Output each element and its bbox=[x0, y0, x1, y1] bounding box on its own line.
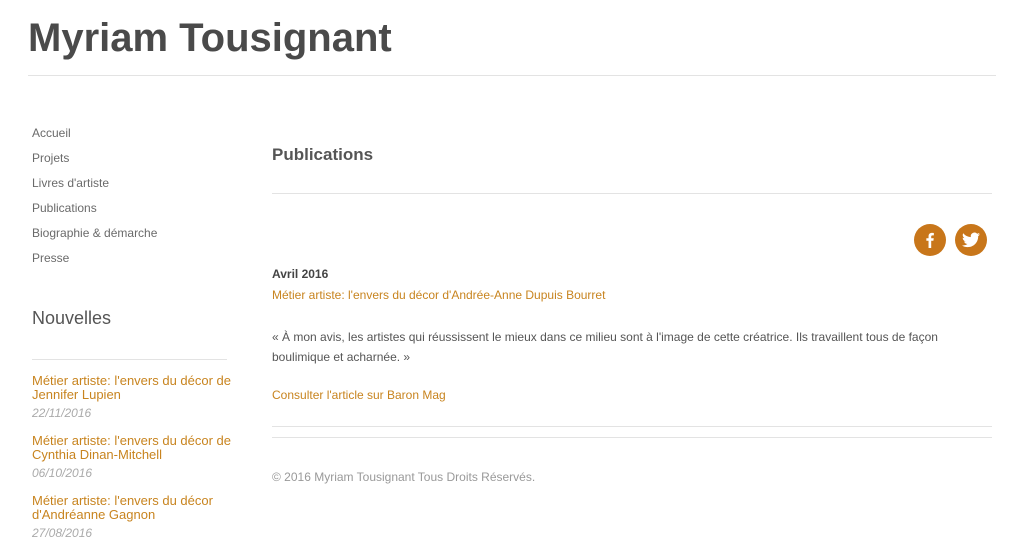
nav-link-accueil[interactable]: Accueil bbox=[32, 126, 71, 140]
publication-link[interactable]: Métier artiste: l'envers du décor d'Andr… bbox=[272, 288, 605, 302]
nav-link-publications[interactable]: Publications bbox=[32, 201, 97, 215]
facebook-share-button[interactable] bbox=[914, 224, 946, 256]
copyright-text: © 2016 Myriam Tousignant Tous Droits Rés… bbox=[272, 470, 536, 484]
social-share bbox=[914, 224, 987, 256]
news-item-link[interactable]: Métier artiste: l'envers du décor de Cyn… bbox=[32, 434, 232, 462]
title-divider bbox=[272, 193, 992, 194]
news-item-link[interactable]: Métier artiste: l'envers du décor de Jen… bbox=[32, 374, 232, 402]
nav-item-livres: Livres d'artiste bbox=[32, 174, 157, 199]
sidebar-nav: Accueil Projets Livres d'artiste Publica… bbox=[32, 124, 157, 274]
header-divider bbox=[28, 75, 996, 76]
news-item: Métier artiste: l'envers du décor d'Andr… bbox=[32, 494, 232, 538]
news-item-link[interactable]: Métier artiste: l'envers du décor d'Andr… bbox=[32, 494, 232, 522]
page: Myriam Tousignant Accueil Projets Livres… bbox=[0, 0, 1024, 538]
site-title[interactable]: Myriam Tousignant bbox=[28, 16, 392, 61]
news-item: Métier artiste: l'envers du décor de Jen… bbox=[32, 374, 232, 434]
twitter-share-button[interactable] bbox=[955, 224, 987, 256]
publication-date: Avril 2016 bbox=[272, 267, 329, 281]
nav-link-livres[interactable]: Livres d'artiste bbox=[32, 176, 109, 190]
page-title: Publications bbox=[272, 145, 374, 164]
consult-article-link[interactable]: Consulter l'article sur Baron Mag bbox=[272, 388, 446, 402]
facebook-icon bbox=[926, 232, 934, 248]
nav-item-accueil: Accueil bbox=[32, 124, 157, 149]
nav-item-publications: Publications bbox=[32, 199, 157, 224]
content-divider bbox=[272, 426, 992, 427]
footer-divider bbox=[272, 437, 992, 438]
news-list: Métier artiste: l'envers du décor de Jen… bbox=[32, 374, 232, 538]
twitter-icon bbox=[962, 232, 980, 248]
nav-item-projets: Projets bbox=[32, 149, 157, 174]
news-item-date: 22/11/2016 bbox=[32, 406, 92, 420]
news-divider bbox=[32, 359, 227, 360]
nav-item-biographie: Biographie & démarche bbox=[32, 224, 157, 249]
nav-link-projets[interactable]: Projets bbox=[32, 151, 69, 165]
nav-link-biographie[interactable]: Biographie & démarche bbox=[32, 226, 157, 240]
news-item-date: 27/08/2016 bbox=[32, 526, 93, 538]
publication-quote: « À mon avis, les artistes qui réussisse… bbox=[272, 330, 938, 364]
news-item: Métier artiste: l'envers du décor de Cyn… bbox=[32, 434, 232, 494]
nav-item-presse: Presse bbox=[32, 249, 157, 274]
news-heading: Nouvelles bbox=[32, 308, 112, 328]
news-item-date: 06/10/2016 bbox=[32, 466, 93, 480]
nav-link-presse[interactable]: Presse bbox=[32, 251, 69, 265]
